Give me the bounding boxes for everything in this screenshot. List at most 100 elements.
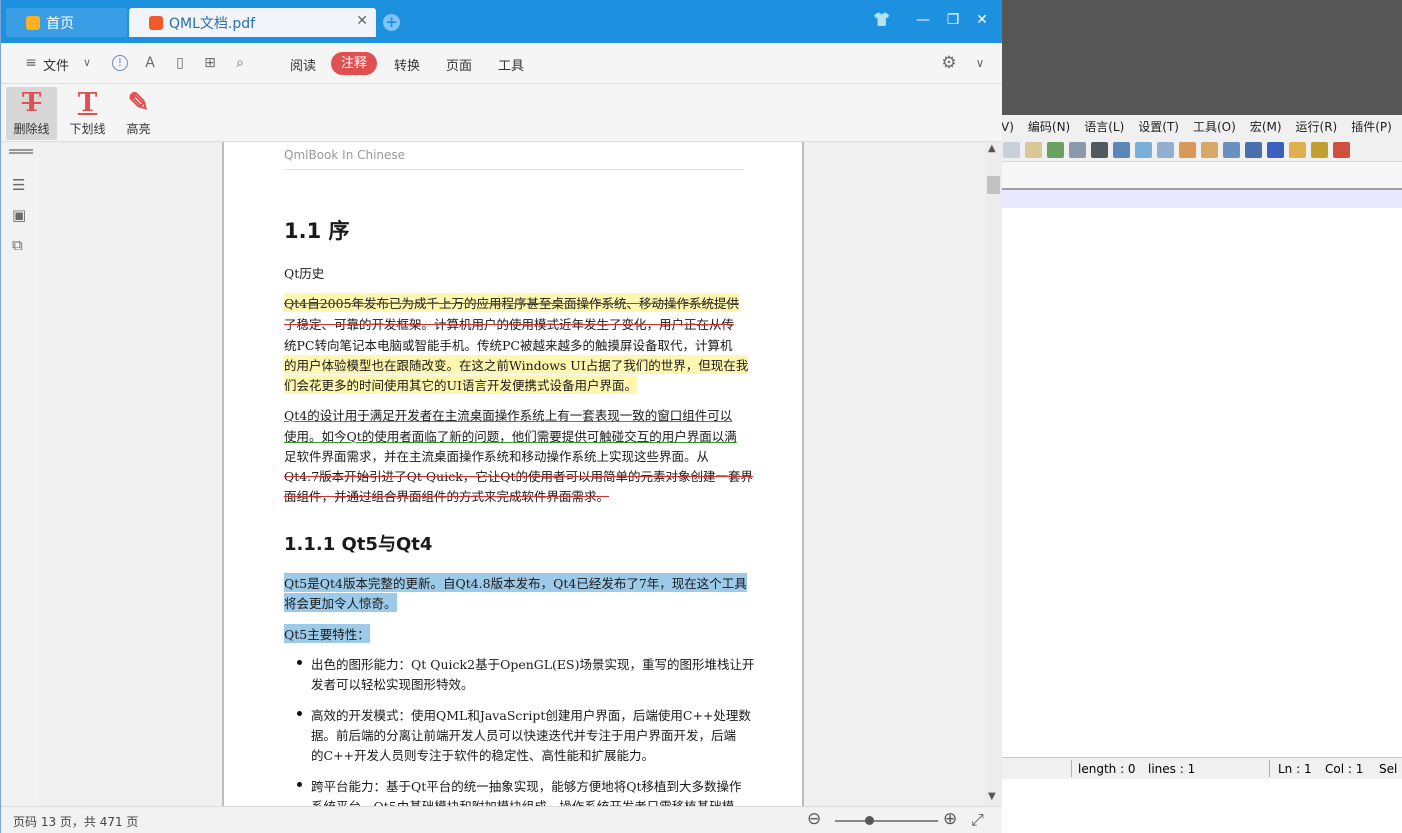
outline-icon[interactable]: ☰	[12, 178, 30, 193]
scroll-down-icon[interactable]: ▼	[988, 791, 996, 802]
editor-menu-language[interactable]: 语言(L)	[1084, 118, 1124, 135]
zoom-in-icon[interactable]: ⊕	[943, 809, 957, 829]
paragraph-line: Qt4的设计用于满足开发者在主流桌面操作系统上有一套表现一致的窗口组件可以	[284, 408, 733, 423]
copy-icon[interactable]	[1003, 141, 1020, 158]
editor-toolbar	[1001, 138, 1402, 162]
wrap-icon[interactable]	[1223, 141, 1240, 158]
paste-icon[interactable]	[1025, 141, 1042, 158]
gear-icon[interactable]: ⚙	[941, 55, 957, 72]
editor-menu-macro[interactable]: 宏(M)	[1250, 118, 1282, 135]
paragraph-line: 统PC转向笔记本电脑或智能手机。传统PC被越来越多的触摸屏设备取代，计算机	[284, 338, 733, 353]
status-ln: Ln : 1	[1278, 762, 1312, 776]
editor-menu-view[interactable]: V)	[1001, 120, 1014, 134]
new-tab-button[interactable]: +	[383, 14, 400, 31]
editor-menu-settings[interactable]: 设置(T)	[1138, 118, 1179, 135]
strikethrough-button[interactable]: T 删除线	[6, 87, 57, 140]
text-size-icon[interactable]: A	[142, 55, 158, 71]
chevron-down-icon[interactable]: ∨	[79, 55, 95, 71]
scroll-thumb[interactable]	[987, 176, 1000, 194]
chevron-down-icon[interactable]: ∨	[972, 55, 988, 71]
paragraph-line: 将会更加令人惊奇。	[284, 593, 397, 612]
zoom-in-icon[interactable]	[1135, 141, 1152, 158]
menu-page[interactable]: 页面	[446, 55, 472, 74]
doc-map-icon[interactable]	[1311, 141, 1328, 158]
bullet-dot	[297, 660, 302, 665]
zoom-out-icon[interactable]	[1157, 141, 1174, 158]
paragraph-line: Qt5主要特性：	[284, 624, 370, 643]
fit-page-icon[interactable]: ⤢	[971, 810, 984, 830]
page-counter: 页码 13 页，共 471 页	[13, 815, 139, 829]
close-window-button[interactable]: ✕	[972, 12, 992, 28]
status-separator	[1269, 760, 1270, 777]
subsection-heading: 1.1.1 Qt5与Qt4	[284, 534, 433, 555]
restore-button[interactable]: ❐	[943, 12, 963, 28]
editor-menu-plugins[interactable]: 插件(P)	[1351, 118, 1392, 135]
editor-current-line[interactable]	[1001, 190, 1402, 208]
paragraph-line: 们会花更多的时间使用其它的UI语言开发便携式设备用户界面。	[284, 375, 637, 394]
strikethrough-icon: T	[21, 88, 42, 118]
bullet-line: 发者可以轻松实现图形特效。	[311, 677, 474, 692]
zoom-out-icon[interactable]: ⊖	[807, 809, 821, 829]
editor-menu-tools[interactable]: 工具(O)	[1193, 118, 1236, 135]
menu-tools[interactable]: 工具	[498, 55, 524, 74]
menu-bar: ≡ 文件 ∨ ! A ▯ ⊞ ⌕ 阅读 注释 转换 页面 工具 ⚙ ∨	[1, 43, 1002, 84]
highlighter-icon: ✎	[127, 88, 150, 118]
status-length: length : 0	[1078, 762, 1136, 776]
skin-icon[interactable]: 👕	[872, 12, 892, 28]
title-bar: 首页 QML文档.pdf ✕ + 👕 — ❐ ✕	[1, 0, 1002, 43]
editor-menu-run[interactable]: 运行(R)	[1296, 118, 1338, 135]
sync-v-icon[interactable]	[1179, 141, 1196, 158]
editor-menu-encoding[interactable]: 编码(N)	[1028, 118, 1070, 135]
desktop: V) 编码(N) 语言(L) 设置(T) 工具(O) 宏(M) 运行(R) 插件…	[0, 0, 1402, 833]
find-icon[interactable]	[1091, 141, 1108, 158]
document-icon[interactable]: ▯	[172, 55, 188, 71]
menu-icon[interactable]: ≡	[23, 55, 39, 71]
record-icon[interactable]	[1333, 141, 1350, 158]
image-icon[interactable]: ▣	[12, 208, 30, 223]
pages-icon[interactable]: ⧉	[12, 238, 30, 253]
bullet-line: 跨平台能力：基于Qt平台的统一抽象实现，能够方便地将Qt移植到大多数操作	[311, 779, 742, 794]
scroll-up-icon[interactable]: ▲	[988, 143, 996, 154]
menu-file[interactable]: 文件	[43, 55, 69, 74]
subheading: Qt历史	[284, 266, 325, 281]
redo-icon[interactable]	[1069, 141, 1086, 158]
crop-icon[interactable]: ⊞	[202, 55, 218, 71]
editor-menubar: V) 编码(N) 语言(L) 设置(T) 工具(O) 宏(M) 运行(R) 插件…	[1001, 115, 1402, 138]
sync-h-icon[interactable]	[1201, 141, 1218, 158]
highlight-button[interactable]: ✎ 高亮	[113, 87, 164, 140]
zoom-slider-handle[interactable]	[865, 816, 874, 825]
menu-annotate[interactable]: 注释	[331, 52, 377, 75]
tab-document-label: QML文档.pdf	[169, 15, 256, 32]
editor-title-area	[1001, 0, 1402, 115]
paragraph-line: 了稳定、可靠的开发框架。计算机用户的使用模式近年发生了变化，用户正在从传	[284, 317, 735, 332]
replace-icon[interactable]	[1113, 141, 1130, 158]
pdf-page[interactable]: QmlBook In Chinese 1.1 序 Qt历史 Qt4自2005年发…	[224, 142, 802, 806]
menu-convert[interactable]: 转换	[394, 55, 420, 74]
menu-read[interactable]: 阅读	[290, 55, 316, 74]
tab-document[interactable]: QML文档.pdf ✕	[129, 8, 376, 37]
highlight-label: 高亮	[126, 122, 151, 136]
bullet-dot	[297, 711, 302, 716]
pilcrow-icon[interactable]	[1245, 141, 1262, 158]
folder-icon[interactable]	[1289, 141, 1306, 158]
zoom-slider[interactable]	[835, 820, 938, 822]
search-icon[interactable]: ⌕	[232, 55, 248, 71]
collapse-handle-icon[interactable]	[9, 149, 33, 154]
section-heading: 1.1 序	[284, 219, 350, 243]
home-icon	[26, 15, 40, 30]
tab-home[interactable]: 首页	[6, 8, 127, 37]
info-icon[interactable]: !	[112, 55, 128, 71]
editor-tabstrip	[1001, 162, 1402, 190]
underline-icon: T	[77, 88, 98, 118]
indent-guide-icon[interactable]	[1267, 141, 1284, 158]
minimize-button[interactable]: —	[913, 12, 933, 28]
editor-statusbar: length : 0 lines : 1 Ln : 1 Col : 1 Sel …	[1001, 757, 1402, 790]
underline-button[interactable]: T 下划线	[62, 87, 113, 140]
vertical-scrollbar[interactable]: ▲ ▼	[985, 142, 1002, 806]
status-bar: 页码 13 页，共 471 页 ⊖ ⊕ ⤢	[1, 806, 1002, 833]
undo-icon[interactable]	[1047, 141, 1064, 158]
tab-home-label: 首页	[46, 15, 74, 32]
paragraph-line: Qt5是Qt4版本完整的更新。自Qt4.8版本发布，Qt4已经发布了7年，现在这…	[284, 573, 747, 592]
close-tab-icon[interactable]: ✕	[356, 13, 368, 29]
bullet-line: 系统平台。Qt5由基础模块和附加模块组成，操作系统开发者只需移植基础模	[311, 796, 734, 806]
